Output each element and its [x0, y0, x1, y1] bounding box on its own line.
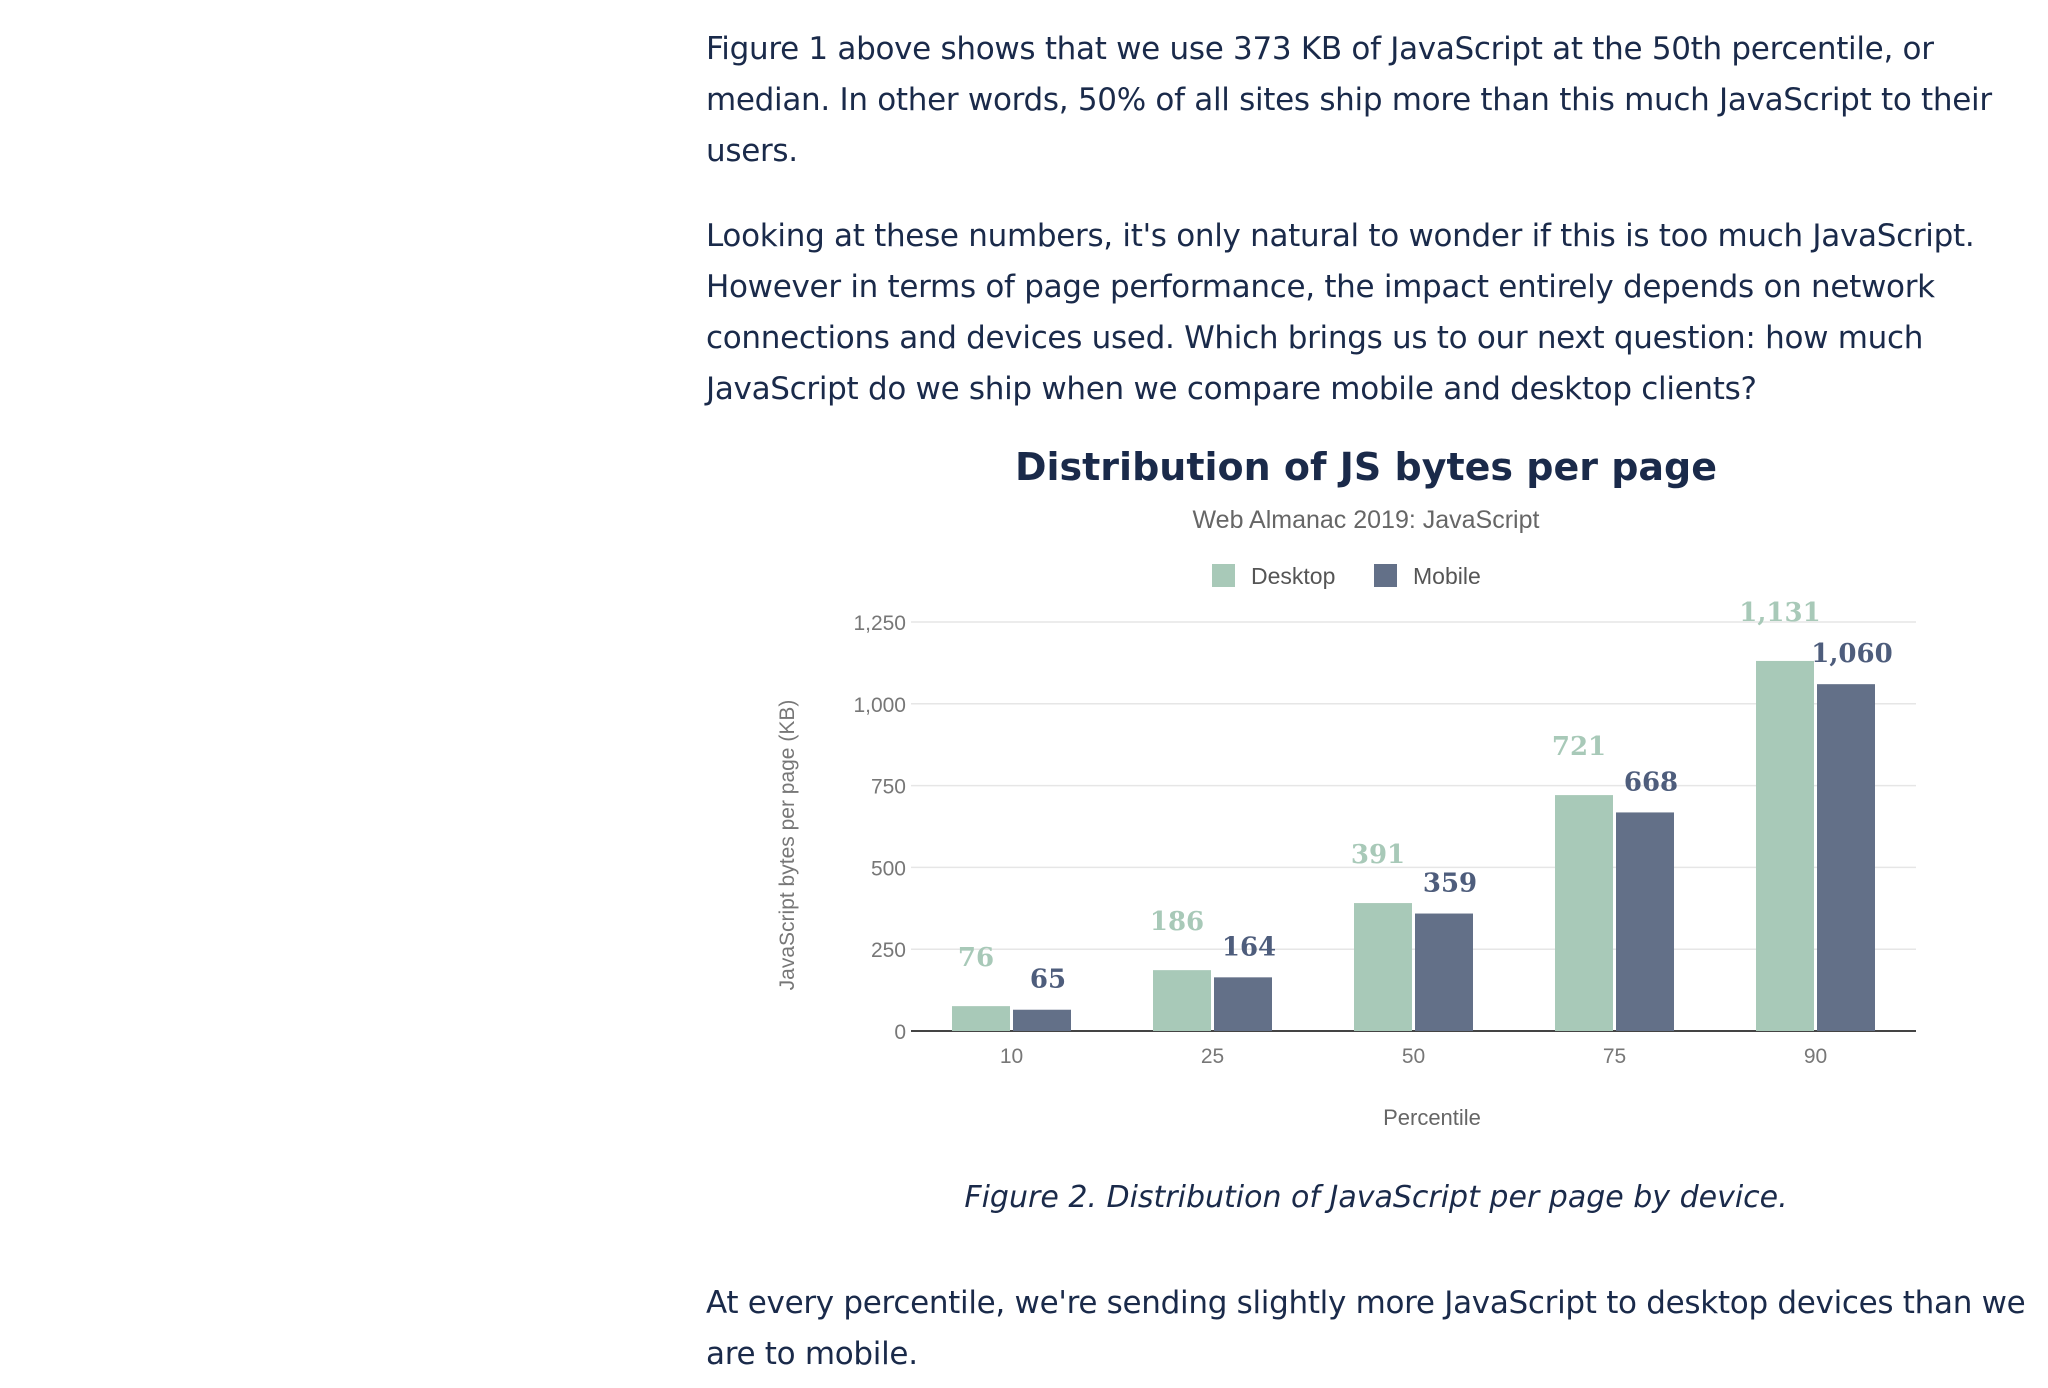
y-tick-label: 750	[871, 776, 906, 799]
x-tick-label: 25	[1201, 1045, 1224, 1068]
article-body-bottom: At every percentile, we're sending sligh…	[706, 1278, 2046, 1380]
paragraph: At every percentile, we're sending sligh…	[706, 1285, 2026, 1372]
y-tick-label: 1,000	[853, 694, 906, 717]
data-label-mobile: 65	[1030, 965, 1066, 995]
x-axis: 10 25 50 75 90	[1000, 1045, 1827, 1068]
bars	[952, 660, 1875, 1031]
y-tick-label: 1,250	[853, 612, 906, 635]
x-tick-label: 50	[1402, 1045, 1425, 1068]
data-label-mobile: 1,060	[1811, 639, 1892, 669]
x-tick-label: 90	[1804, 1045, 1827, 1068]
bar-desktop	[1354, 903, 1412, 1031]
bar-desktop	[1756, 660, 1814, 1031]
legend-label: Desktop	[1251, 563, 1335, 589]
data-label-desktop: 76	[958, 943, 994, 973]
bar-desktop	[1153, 970, 1211, 1031]
bar-mobile	[1616, 812, 1674, 1031]
x-tick-label: 75	[1603, 1045, 1626, 1068]
y-tick-label: 250	[871, 939, 906, 962]
data-label-desktop: 721	[1552, 732, 1606, 762]
article-body: Figure 1 above shows that we use 373 KB …	[706, 24, 2046, 415]
bar-mobile	[1214, 977, 1272, 1031]
data-label-mobile: 164	[1222, 932, 1276, 962]
bar-mobile	[1415, 913, 1473, 1031]
y-axis: 0 250 500 750 1,000 1,250	[853, 612, 906, 1044]
paragraph: Figure 1 above shows that we use 373 KB …	[706, 31, 1992, 169]
data-label-mobile: 668	[1624, 767, 1678, 797]
paragraph: Looking at these numbers, it's only natu…	[706, 218, 1975, 407]
y-tick-label: 0	[894, 1021, 906, 1044]
bar-chart: Distribution of JS bytes per page Web Al…	[776, 445, 1916, 1130]
y-tick-label: 500	[871, 857, 906, 880]
legend-swatch	[1212, 564, 1235, 587]
legend-swatch	[1374, 564, 1397, 587]
chart-subtitle: Web Almanac 2019: JavaScript	[1193, 506, 1540, 534]
figure-chart: Distribution of JS bytes per page Web Al…	[706, 430, 2046, 1230]
bar-mobile	[1817, 684, 1875, 1031]
bar-desktop	[1555, 795, 1613, 1031]
x-tick-label: 10	[1000, 1045, 1023, 1068]
data-label-desktop: 391	[1351, 840, 1405, 870]
y-axis-label: JavaScript bytes per page (KB)	[776, 700, 799, 991]
legend: Desktop Mobile	[1212, 563, 1481, 589]
bar-mobile	[1013, 1009, 1071, 1031]
x-axis-label: Percentile	[1383, 1105, 1481, 1130]
legend-label: Mobile	[1413, 563, 1481, 589]
data-label-mobile: 359	[1423, 869, 1477, 899]
chart-title: Distribution of JS bytes per page	[1015, 445, 1717, 489]
figure-caption: Figure 2. Distribution of JavaScript per…	[964, 1180, 1788, 1215]
data-label-desktop: 1,131	[1739, 598, 1820, 628]
bar-desktop	[952, 1006, 1010, 1031]
data-label-desktop: 186	[1150, 907, 1204, 937]
